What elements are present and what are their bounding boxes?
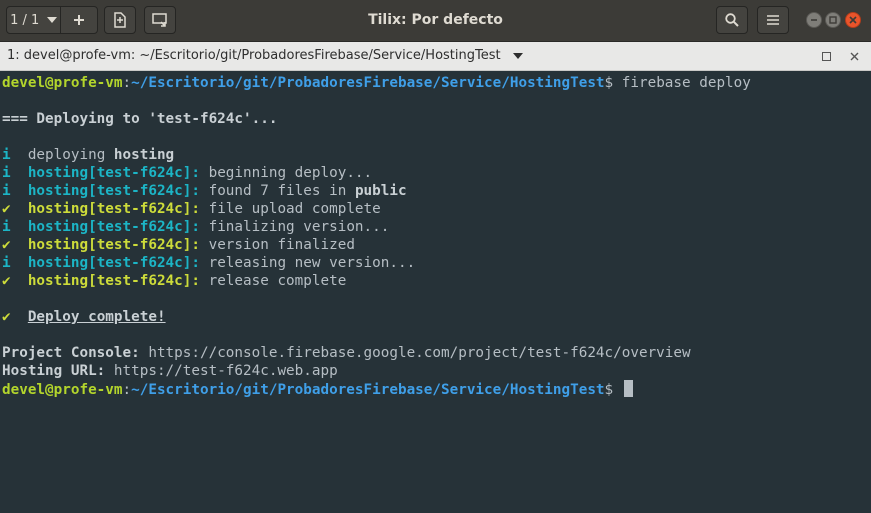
check-icon: ✔ — [2, 201, 11, 217]
session-switcher[interactable]: 1 / 1 — [6, 6, 98, 34]
add-session-button[interactable] — [61, 7, 97, 33]
hosting-url-line: Hosting URL: https://test-f624c.web.app — [2, 363, 338, 379]
prompt-path: ~/Escritorio/git/ProbadoresFirebase/Serv… — [131, 75, 605, 91]
add-terminal-right-button[interactable] — [104, 6, 136, 34]
chevron-down-icon — [512, 52, 523, 59]
deploy-header: === Deploying to 'test-f624c'... — [2, 111, 278, 127]
terminal-header: 1: devel@profe-vm: ~/Escritorio/git/Prob… — [0, 42, 871, 71]
project-console-line: Project Console: https://console.firebas… — [2, 345, 691, 361]
chevron-down-icon — [47, 17, 58, 23]
menu-button[interactable] — [757, 6, 789, 34]
output-line: i hosting[test-f624c]: releasing new ver… — [2, 255, 416, 271]
terminal-maximize-button[interactable] — [819, 49, 833, 63]
search-button[interactable] — [716, 6, 748, 34]
terminal-output[interactable]: devel@profe-vm:~/Escritorio/git/Probador… — [0, 71, 871, 513]
command-text: firebase deploy — [621, 75, 751, 91]
sync-input-icon — [152, 13, 167, 27]
output-line: ✔ hosting[test-f624c]: release complete — [2, 273, 347, 289]
plus-icon — [74, 15, 85, 25]
session-selector[interactable]: 1 / 1 — [7, 7, 62, 33]
check-icon: ✔ — [2, 237, 11, 253]
sync-input-button[interactable] — [144, 6, 176, 34]
hosting-url[interactable]: https://test-f624c.web.app — [114, 363, 338, 379]
prompt-user-host: devel@profe-vm — [2, 75, 123, 91]
deploy-complete-line: ✔ Deploy complete! — [2, 309, 166, 325]
close-icon — [849, 16, 857, 24]
maximize-icon — [829, 16, 837, 24]
window-titlebar: 1 / 1 Tilix: Por defecto — [0, 0, 871, 42]
output-line: ✔ hosting[test-f624c]: file upload compl… — [2, 201, 381, 217]
maximize-icon — [821, 51, 831, 61]
prompt-line: devel@profe-vm:~/Escritorio/git/Probador… — [0, 380, 871, 398]
maximize-button[interactable] — [825, 12, 841, 28]
output-line: i hosting[test-f624c]: beginning deploy.… — [2, 165, 373, 181]
minimize-button[interactable] — [806, 12, 822, 28]
output-line: i hosting[test-f624c]: finalizing versio… — [2, 219, 390, 235]
session-indicator: 1 / 1 — [10, 12, 40, 28]
output-line: ✔ hosting[test-f624c]: version finalized — [2, 237, 355, 253]
check-icon: ✔ — [2, 309, 11, 325]
console-url[interactable]: https://console.firebase.google.com/proj… — [148, 345, 690, 361]
terminal-close-button[interactable] — [847, 49, 861, 63]
check-icon: ✔ — [2, 273, 11, 289]
text-cursor — [623, 380, 633, 397]
output-line: i hosting[test-f624c]: found 7 files in … — [2, 183, 407, 199]
output-line: i deploying hosting — [2, 147, 175, 163]
close-button[interactable] — [845, 12, 861, 28]
close-icon — [850, 52, 858, 60]
hamburger-menu-icon — [767, 15, 779, 25]
command-line: devel@profe-vm:~/Escritorio/git/Probador… — [2, 75, 751, 91]
add-terminal-right-icon — [114, 12, 126, 28]
terminal-title-dropdown[interactable]: 1: devel@profe-vm: ~/Escritorio/git/Prob… — [7, 42, 523, 70]
search-icon — [725, 13, 739, 27]
terminal-title: 1: devel@profe-vm: ~/Escritorio/git/Prob… — [7, 48, 501, 63]
minimize-icon — [811, 19, 817, 21]
